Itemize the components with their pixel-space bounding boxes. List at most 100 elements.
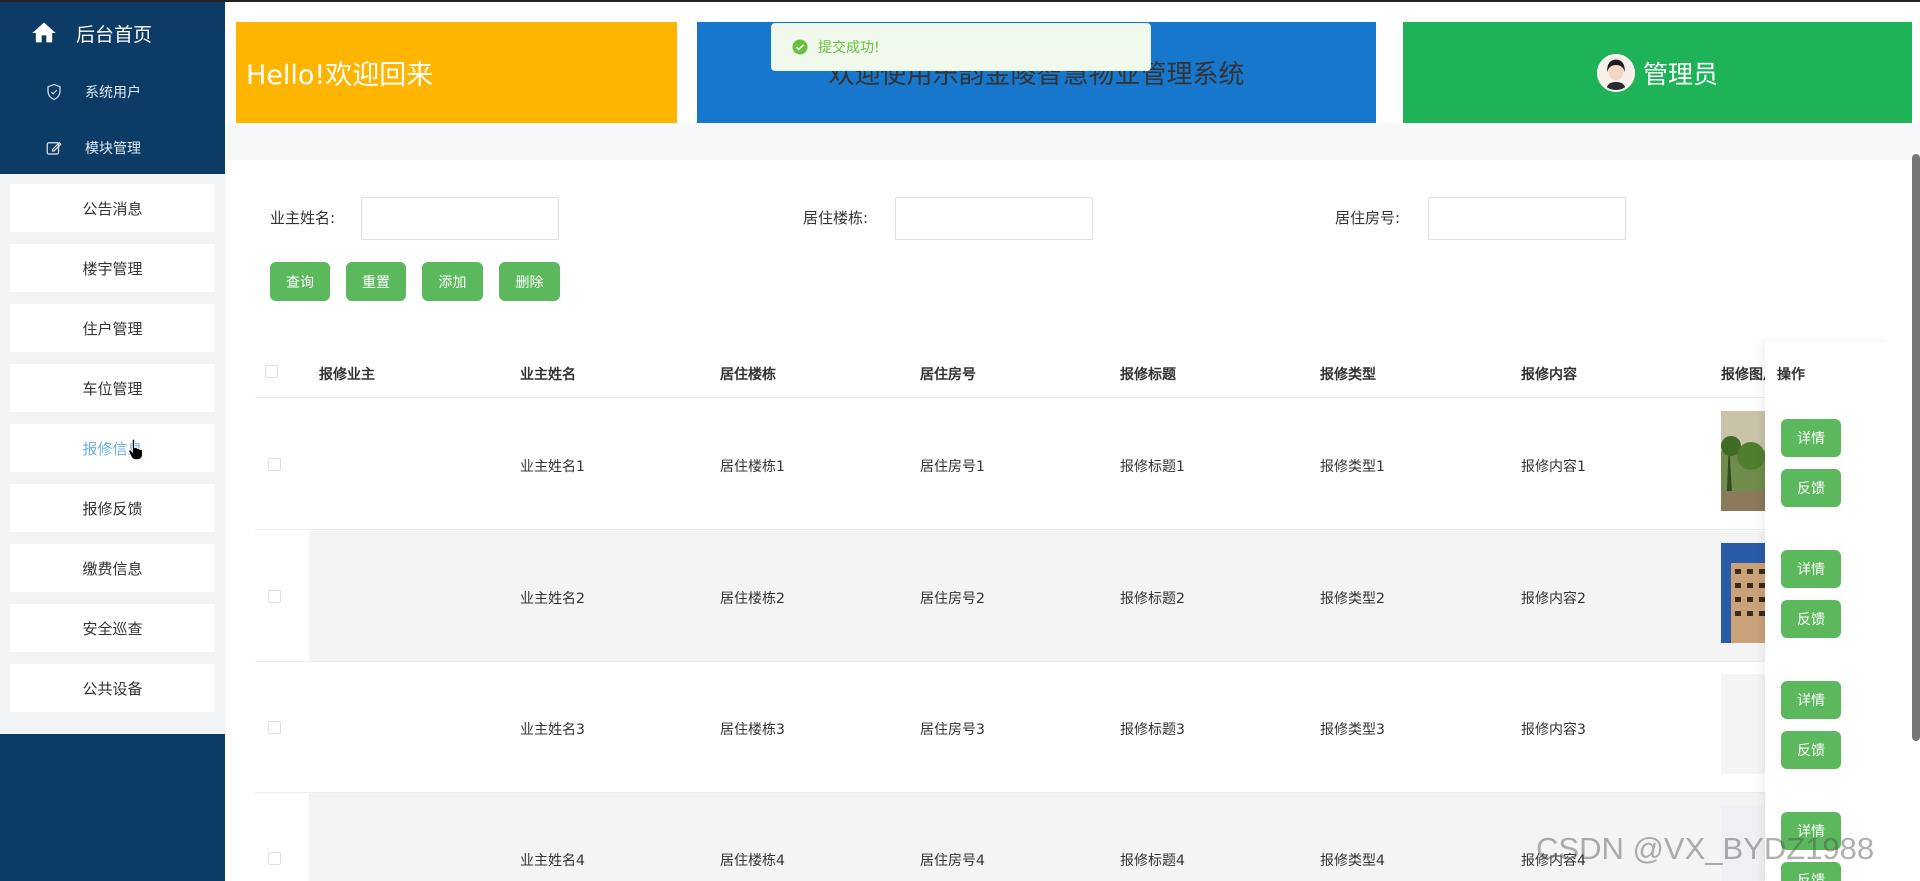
sidebar: 后台首页 系统用户 模块管理 公告消息 楼宇管理 住户管理 车位管理 报修信息 … xyxy=(0,2,225,881)
watermark: CSDN @VX_BYDZ1988 xyxy=(1536,831,1875,866)
sidebar-item-label: 缴费信息 xyxy=(82,559,143,578)
sidebar-item-repair-info[interactable]: 报修信息 xyxy=(10,424,215,472)
reset-button[interactable]: 重置 xyxy=(346,262,406,301)
owner-name-input[interactable] xyxy=(361,197,559,240)
owner-name-label: 业主姓名: xyxy=(270,209,336,227)
cell-building: 居住楼栋3 xyxy=(720,722,785,738)
shield-icon xyxy=(47,83,61,101)
sidebar-home[interactable]: 后台首页 xyxy=(0,2,225,64)
welcome-text: Hello!欢迎回来 xyxy=(246,60,434,91)
sidebar-item-label: 报修反馈 xyxy=(82,499,143,518)
cell-title: 报修标题4 xyxy=(1120,853,1185,869)
cell-room: 居住房号4 xyxy=(920,853,985,869)
cell-content: 报修内容1 xyxy=(1521,459,1586,475)
row-checkbox[interactable] xyxy=(268,458,281,471)
sidebar-item-label: 安全巡查 xyxy=(82,619,143,638)
cell-type: 报修类型4 xyxy=(1320,853,1385,869)
sidebar-item-public-facilities[interactable]: 公共设备 xyxy=(10,664,215,712)
cell-title: 报修标题2 xyxy=(1120,591,1185,607)
content-divider xyxy=(225,123,1920,160)
row-checkbox[interactable] xyxy=(268,721,281,734)
detail-button[interactable]: 详情 xyxy=(1781,419,1841,457)
sidebar-item-repair-feedback[interactable]: 报修反馈 xyxy=(10,484,215,532)
room-label: 居住房号: xyxy=(1335,209,1401,227)
home-icon xyxy=(32,22,56,43)
cell-owner-name: 业主姓名4 xyxy=(520,853,585,869)
welcome-card: Hello!欢迎回来 xyxy=(236,22,677,123)
th-room: 居住房号 xyxy=(920,367,976,383)
row-checkbox[interactable] xyxy=(268,590,281,603)
feedback-button[interactable]: 反馈 xyxy=(1781,469,1841,507)
row-checkbox[interactable] xyxy=(268,852,281,865)
sidebar-item-residents[interactable]: 住户管理 xyxy=(10,304,215,352)
cell-content: 报修内容2 xyxy=(1521,591,1586,607)
vertical-scrollbar[interactable] xyxy=(1912,154,1920,741)
feedback-button[interactable]: 反馈 xyxy=(1781,600,1841,638)
row-checkbox-cell xyxy=(255,531,309,661)
sidebar-item-label: 模块管理 xyxy=(85,141,141,157)
sidebar-item-announcements[interactable]: 公告消息 xyxy=(10,184,215,232)
th-type: 报修类型 xyxy=(1320,367,1376,383)
repair-image-thumbnail[interactable] xyxy=(1721,411,1767,511)
sidebar-item-label: 系统用户 xyxy=(85,85,141,101)
cell-owner-name: 业主姓名2 xyxy=(520,591,585,607)
repair-image-thumbnail[interactable] xyxy=(1721,674,1767,774)
table-row[interactable]: 业主姓名1 居住楼栋1 居住房号1 报修标题1 报修类型1 报修内容1 xyxy=(255,399,1885,530)
sidebar-item-payments[interactable]: 缴费信息 xyxy=(10,544,215,592)
cell-title: 报修标题1 xyxy=(1120,459,1185,475)
cell-owner-name: 业主姓名3 xyxy=(520,722,585,738)
repair-image-thumbnail[interactable] xyxy=(1721,543,1767,643)
feedback-button[interactable]: 反馈 xyxy=(1781,731,1841,769)
table-header: 报修业主 业主姓名 居住楼栋 居住房号 报修标题 报修类型 报修内容 报修图片 xyxy=(255,348,1885,398)
check-circle-icon xyxy=(792,39,808,55)
sidebar-item-parking[interactable]: 车位管理 xyxy=(10,364,215,412)
table-row[interactable]: 业主姓名3 居住楼栋3 居住房号3 报修标题3 报修类型3 报修内容3 xyxy=(255,662,1885,793)
query-button[interactable]: 查询 xyxy=(270,262,330,301)
th-repair-owner: 报修业主 xyxy=(319,367,375,383)
building-input[interactable] xyxy=(895,197,1093,240)
cell-title: 报修标题3 xyxy=(1120,722,1185,738)
building-label: 居住楼栋: xyxy=(803,209,869,227)
add-button[interactable]: 添加 xyxy=(422,262,483,301)
select-all-checkbox[interactable] xyxy=(265,365,278,378)
sidebar-item-label: 住户管理 xyxy=(82,319,143,338)
sidebar-home-label: 后台首页 xyxy=(76,23,153,46)
th-title: 报修标题 xyxy=(1120,367,1176,383)
user-role: 管理员 xyxy=(1642,59,1718,89)
sidebar-item-security-patrol[interactable]: 安全巡查 xyxy=(10,604,215,652)
sidebar-item-label: 楼宇管理 xyxy=(82,259,143,278)
sidebar-item-system-users[interactable]: 系统用户 xyxy=(0,64,225,120)
th-operations: 操作 xyxy=(1777,367,1805,383)
toast-message: 提交成功! xyxy=(818,40,880,56)
sidebar-item-label: 公告消息 xyxy=(82,199,143,218)
cell-building: 居住楼栋1 xyxy=(720,459,785,475)
cell-type: 报修类型2 xyxy=(1320,591,1385,607)
row-checkbox-cell xyxy=(255,793,309,881)
detail-button[interactable]: 详情 xyxy=(1781,550,1841,588)
sidebar-item-label: 车位管理 xyxy=(82,379,143,398)
cell-room: 居住房号2 xyxy=(920,591,985,607)
cell-room: 居住房号3 xyxy=(920,722,985,738)
user-card[interactable]: 管理员 xyxy=(1403,22,1912,123)
delete-button[interactable]: 删除 xyxy=(499,262,560,301)
success-toast: 提交成功! xyxy=(771,23,1151,71)
cell-content: 报修内容3 xyxy=(1521,722,1586,738)
cell-owner-name: 业主姓名1 xyxy=(520,459,585,475)
sidebar-item-module-management[interactable]: 模块管理 xyxy=(0,120,225,176)
cell-type: 报修类型1 xyxy=(1320,459,1385,475)
th-content: 报修内容 xyxy=(1521,367,1577,383)
th-owner-name: 业主姓名 xyxy=(520,367,576,383)
detail-button[interactable]: 详情 xyxy=(1781,681,1841,719)
cell-building: 居住楼栋2 xyxy=(720,591,785,607)
operations-column: 操作 详情 反馈 详情 反馈 详情 反馈 详情 反馈 xyxy=(1765,342,1890,881)
hand-cursor-icon xyxy=(128,438,143,460)
sidebar-item-buildings[interactable]: 楼宇管理 xyxy=(10,244,215,292)
sidebar-item-label: 公共设备 xyxy=(82,679,143,698)
th-building: 居住楼栋 xyxy=(720,367,776,383)
table-row[interactable]: 业主姓名2 居住楼栋2 居住房号2 报修标题2 报修类型2 报修内容2 xyxy=(255,531,1885,662)
cell-building: 居住楼栋4 xyxy=(720,853,785,869)
user-portrait-icon xyxy=(1598,55,1633,90)
cell-room: 居住房号1 xyxy=(920,459,985,475)
cell-type: 报修类型3 xyxy=(1320,722,1385,738)
room-input[interactable] xyxy=(1428,197,1626,240)
